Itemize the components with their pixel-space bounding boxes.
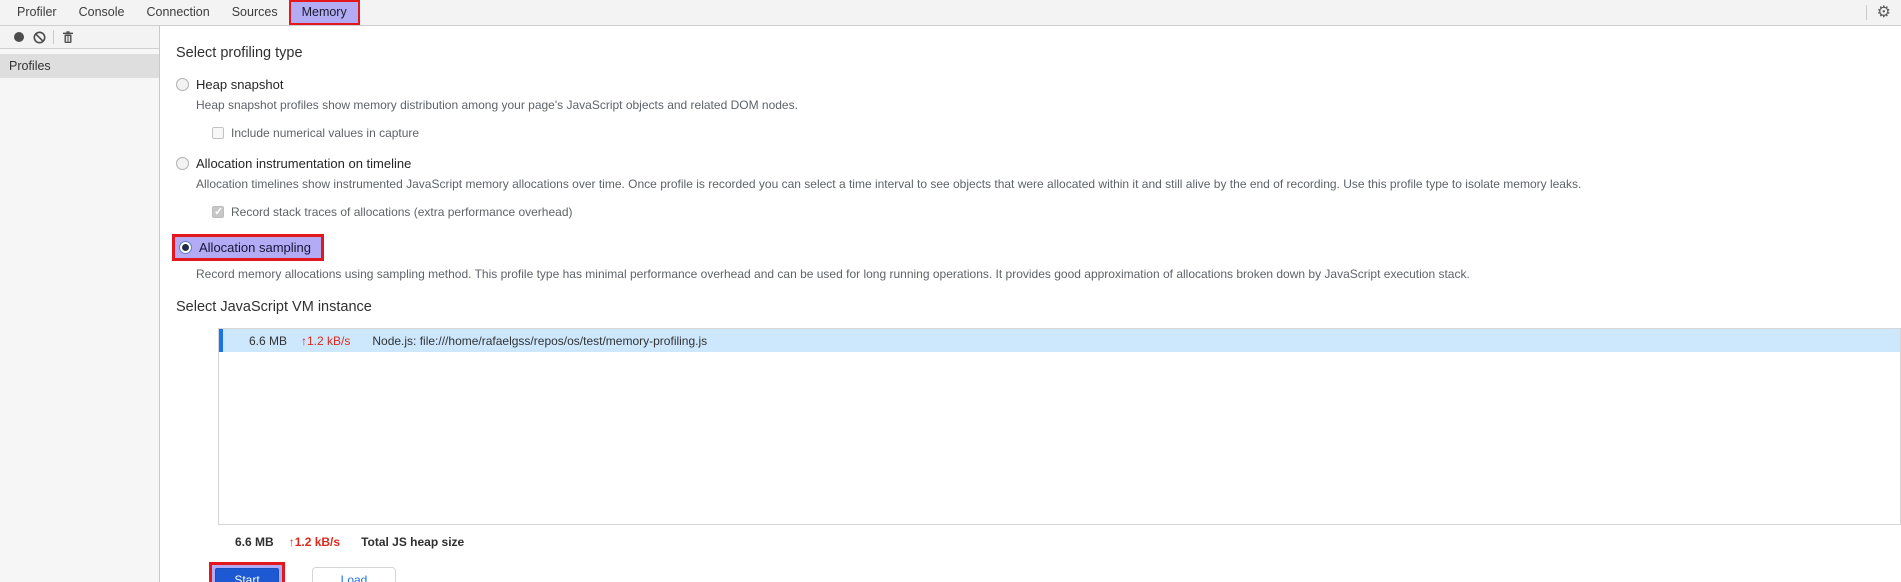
tab-profiler[interactable]: Profiler [6, 0, 68, 25]
tab-memory[interactable]: Memory [288, 0, 360, 25]
start-button[interactable]: Start [215, 568, 279, 582]
left-panel: Profiles [0, 26, 160, 582]
checkbox-row-numerical-values[interactable]: Include numerical values in capture [212, 126, 1901, 140]
memory-panel: Select profiling type Heap snapshot Heap… [160, 26, 1901, 582]
tab-console[interactable]: Console [68, 0, 136, 25]
record-icon[interactable] [9, 27, 29, 47]
vm-heap-size: 6.6 MB [248, 333, 287, 348]
total-heap-row: 6.6 MB ↑1.2 kB/s Total JS heap size [235, 535, 1901, 549]
tab-sources[interactable]: Sources [221, 0, 289, 25]
tabbar-right: ⚙ [1856, 4, 1901, 21]
vm-target-name: Node.js: file:///home/rafaelgss/repos/os… [372, 333, 708, 348]
option-label[interactable]: Allocation instrumentation on timeline [196, 156, 411, 171]
radio-heap-snapshot[interactable] [176, 78, 189, 91]
profiler-toolbar [0, 26, 159, 49]
load-button[interactable]: Load [312, 567, 396, 582]
checkbox-label: Include numerical values in capture [231, 126, 420, 140]
option-allocation-sampling-annotation[interactable]: Allocation sampling [172, 234, 325, 261]
devtools-window: Profiler Console Connection Sources Memo… [0, 0, 1901, 582]
vm-instance-heading: Select JavaScript VM instance [176, 299, 372, 315]
start-button-annotation: Start [209, 562, 285, 582]
vm-instance-row[interactable]: 6.6 MB ↑1.2 kB/s Node.js: file:///home/r… [219, 329, 1900, 352]
option-heap-snapshot[interactable]: Heap snapshot [176, 77, 1901, 92]
option-label[interactable]: Allocation sampling [199, 240, 311, 255]
checkbox-row-stack-traces[interactable]: Record stack traces of allocations (extr… [212, 205, 1901, 219]
option-description: Heap snapshot profiles show memory distr… [196, 98, 798, 112]
vm-heap-rate: ↑1.2 kB/s [301, 333, 351, 348]
checkbox-include-numerical-values[interactable] [212, 127, 224, 139]
delete-icon[interactable] [58, 27, 78, 47]
option-allocation-timeline[interactable]: Allocation instrumentation on timeline [176, 156, 1901, 171]
radio-allocation-timeline[interactable] [176, 157, 189, 170]
total-heap-rate: ↑1.2 kB/s [288, 535, 341, 549]
sidebar-item-profiles[interactable]: Profiles [0, 54, 159, 78]
vm-instance-list[interactable]: 6.6 MB ↑1.2 kB/s Node.js: file:///home/r… [218, 328, 1901, 525]
option-description: Record memory allocations using sampling… [196, 267, 1470, 281]
total-heap-label: Total JS heap size [361, 535, 465, 549]
total-heap-size: 6.6 MB [235, 535, 274, 549]
radio-allocation-sampling[interactable] [179, 241, 192, 254]
checkbox-record-stack-traces[interactable] [212, 205, 224, 218]
divider [1865, 5, 1867, 20]
option-description: Allocation timelines show instrumented J… [196, 177, 1582, 191]
action-buttons: Start Load [209, 562, 1901, 582]
profiling-type-heading: Select profiling type [176, 45, 303, 61]
tab-bar: Profiler Console Connection Sources Memo… [0, 0, 1901, 26]
option-label[interactable]: Heap snapshot [196, 77, 283, 92]
clear-icon[interactable] [29, 27, 49, 47]
divider [53, 30, 54, 44]
gear-icon[interactable]: ⚙ [1877, 4, 1891, 21]
checkbox-label: Record stack traces of allocations (extr… [231, 205, 573, 219]
tab-connection[interactable]: Connection [135, 0, 220, 25]
